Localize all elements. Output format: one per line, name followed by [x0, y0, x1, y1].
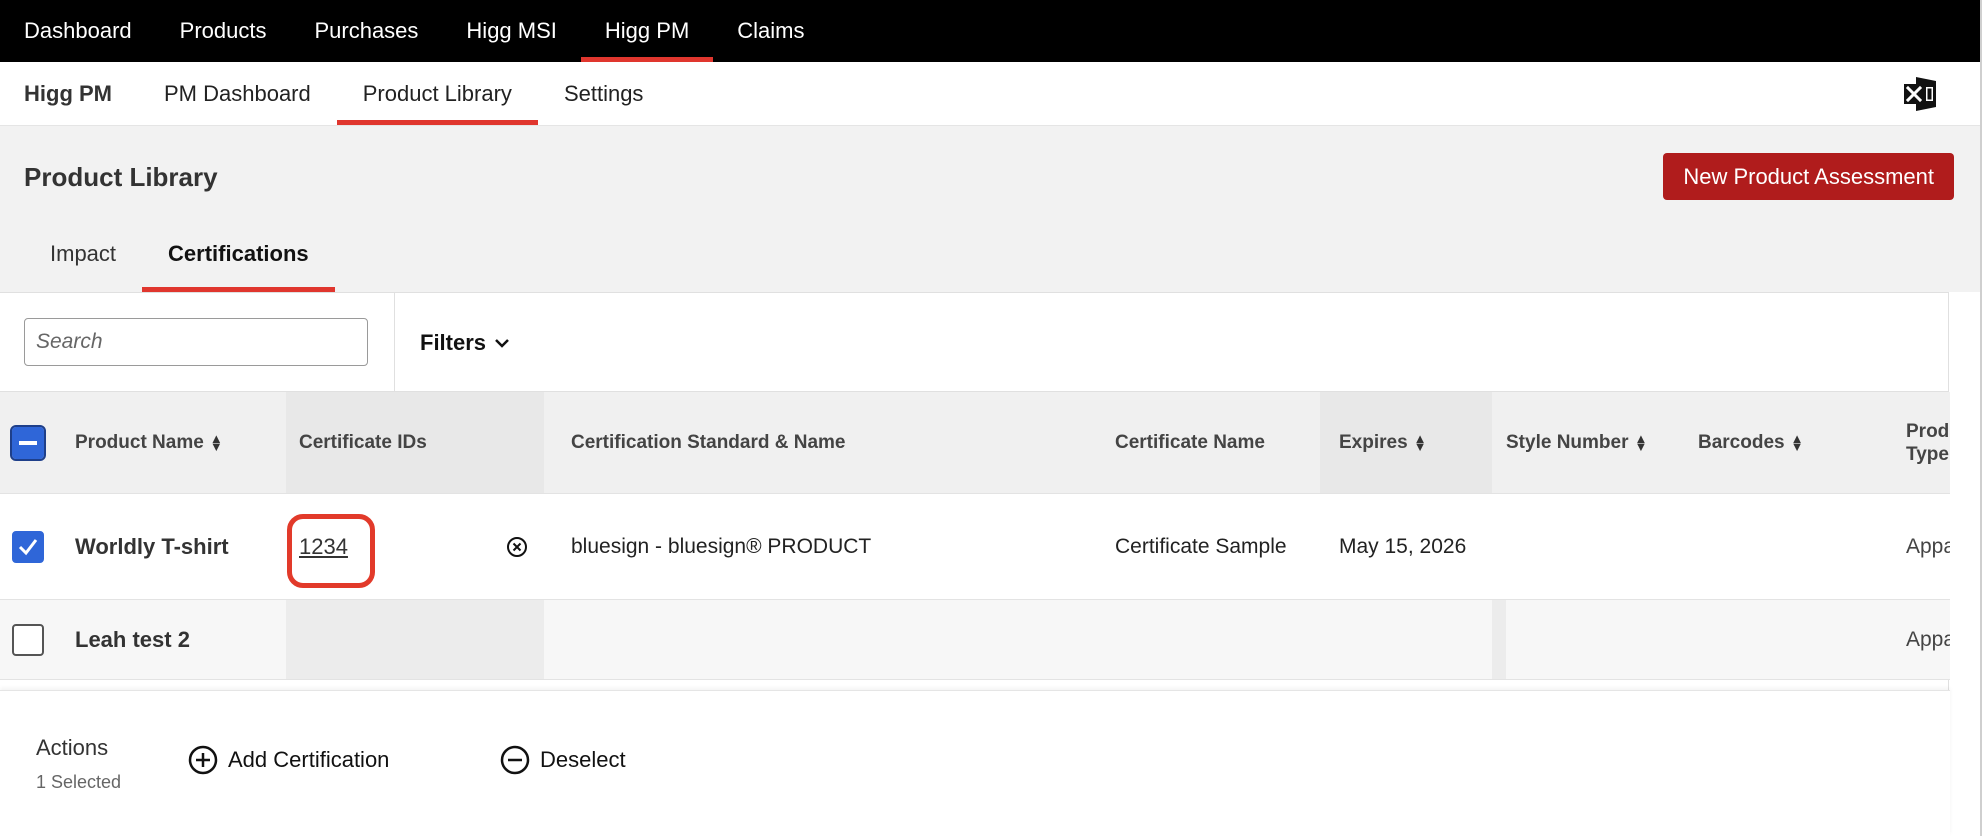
- search-input[interactable]: [24, 318, 368, 366]
- select-all-cell: [10, 392, 46, 493]
- column-header-label: Certification Standard & Name: [571, 431, 846, 453]
- column-shade: [1492, 600, 1506, 679]
- top-nav-dashboard[interactable]: Dashboard: [0, 0, 156, 62]
- actions-panel: Actions 1 Selected Add Certification Des…: [0, 690, 1950, 836]
- sub-nav-settings[interactable]: Settings: [538, 62, 670, 125]
- top-nav-label: Higg MSI: [466, 18, 557, 43]
- top-nav-claims[interactable]: Claims: [713, 0, 828, 62]
- product-type-cell: Apparel: [1906, 534, 1950, 558]
- excel-icon[interactable]: [1902, 75, 1938, 113]
- table-toolbar: Filters: [0, 292, 1950, 393]
- remove-certificate-icon[interactable]: [506, 494, 528, 599]
- chevron-down-icon: [495, 339, 509, 348]
- column-header-label: Expires: [1339, 431, 1408, 453]
- top-nav-label: Products: [179, 18, 267, 43]
- filters-label: Filters: [420, 330, 487, 355]
- add-certification-label: Add Certification: [228, 747, 390, 772]
- tab-label: Impact: [50, 241, 117, 266]
- product-name[interactable]: Leah test 2: [75, 600, 190, 679]
- column-header-label: Barcodes: [1698, 431, 1785, 453]
- deselect-button[interactable]: Deselect: [500, 745, 626, 775]
- column-header-certificate-name: Certificate Name: [1115, 392, 1265, 493]
- top-nav-higg-pm[interactable]: Higg PM: [580, 0, 714, 62]
- table-row: Leah test 2 Apparel: [0, 600, 1950, 680]
- deselect-label: Deselect: [540, 747, 626, 772]
- certificate-id-link[interactable]: 1234: [287, 513, 375, 588]
- top-nav-higg-msi[interactable]: Higg MSI: [442, 0, 580, 62]
- toolbar-divider: [394, 293, 395, 393]
- column-header-label: Product Type: [1906, 420, 1950, 465]
- sub-nav: Higg PM PM Dashboard Product Library Set…: [0, 62, 1980, 126]
- table-row: Worldly T-shirt 1234 bluesign - bluesign…: [0, 494, 1950, 600]
- column-header-product-type: Product Type: [1906, 392, 1950, 493]
- column-header-style-number[interactable]: Style Number ▲ ▼: [1506, 392, 1648, 493]
- certifications-table: Product Name ▲ ▼ Certificate IDs Certific…: [0, 392, 1950, 680]
- top-nav-label: Purchases: [314, 18, 419, 43]
- page-title: Product Library: [24, 162, 218, 192]
- standard-name-cell: bluesign - bluesign® PRODUCT: [571, 534, 872, 558]
- column-header-label: Certificate IDs: [299, 431, 427, 453]
- column-header-label: Product Name: [75, 431, 204, 453]
- top-nav-label: Claims: [737, 18, 805, 43]
- sub-nav-label: Product Library: [362, 80, 512, 106]
- sort-icon: ▲ ▼: [1413, 430, 1427, 454]
- row-select-cell: [12, 494, 44, 599]
- minus-circle-icon: [500, 745, 530, 775]
- add-certification-button[interactable]: Add Certification: [188, 745, 389, 775]
- sub-nav-label: Settings: [563, 80, 644, 106]
- sub-nav-brand[interactable]: Higg PM: [0, 62, 138, 125]
- column-header-product-name[interactable]: Product Name ▲ ▼: [75, 392, 223, 493]
- checkmark-icon: [18, 538, 38, 555]
- app-window: Dashboard Products Purchases Higg MSI Hi…: [0, 0, 1982, 836]
- new-product-assessment-button[interactable]: New Product Assessment: [1663, 153, 1954, 200]
- top-nav: Dashboard Products Purchases Higg MSI Hi…: [0, 0, 1980, 62]
- row-select-cell: [12, 600, 44, 679]
- sub-nav-brand-label: Higg PM: [24, 80, 112, 106]
- row-checkbox[interactable]: [12, 623, 44, 656]
- sort-icon: ▲ ▼: [1790, 430, 1804, 454]
- column-header-label: Style Number: [1506, 431, 1629, 453]
- tab-impact[interactable]: Impact: [24, 216, 142, 292]
- sub-nav-pm-dashboard[interactable]: PM Dashboard: [138, 62, 337, 125]
- table-header-row: Product Name ▲ ▼ Certificate IDs Certific…: [0, 392, 1950, 494]
- actions-title: Actions: [36, 735, 109, 760]
- column-header-label: Certificate Name: [1115, 431, 1265, 453]
- tab-label: Certifications: [168, 241, 309, 266]
- library-tabs: Impact Certifications: [24, 216, 335, 292]
- top-nav-label: Dashboard: [24, 18, 132, 43]
- product-name[interactable]: Worldly T-shirt: [75, 494, 229, 599]
- sort-icon: ▲ ▼: [209, 430, 223, 454]
- sub-nav-label: PM Dashboard: [164, 80, 311, 106]
- column-header-certificate-ids: Certificate IDs: [286, 392, 544, 493]
- selected-count: 1 Selected: [36, 772, 122, 792]
- plus-circle-icon: [188, 745, 218, 775]
- top-nav-products[interactable]: Products: [156, 0, 291, 62]
- product-type-cell: Apparel: [1906, 627, 1950, 651]
- vertical-scrollbar[interactable]: [1948, 292, 1980, 692]
- column-header-standard-name: Certification Standard & Name: [571, 392, 846, 493]
- certificate-name-cell: Certificate Sample: [1115, 534, 1287, 558]
- column-header-barcodes[interactable]: Barcodes ▲ ▼: [1698, 392, 1804, 493]
- expires-cell: May 15, 2026: [1339, 534, 1467, 558]
- row-checkbox[interactable]: [12, 530, 44, 563]
- top-nav-purchases[interactable]: Purchases: [290, 0, 442, 62]
- sort-icon: ▲ ▼: [1634, 430, 1648, 454]
- select-all-checkbox[interactable]: [10, 424, 46, 461]
- column-header-expires[interactable]: Expires ▲ ▼: [1320, 392, 1492, 493]
- minus-icon: [19, 440, 37, 445]
- tab-certifications[interactable]: Certifications: [142, 216, 335, 292]
- page-header: Product Library New Product Assessment I…: [0, 126, 1980, 292]
- sub-nav-product-library[interactable]: Product Library: [336, 62, 539, 125]
- certificate-ids-cell: [286, 600, 544, 679]
- filters-dropdown[interactable]: Filters: [420, 293, 510, 393]
- top-nav-label: Higg PM: [604, 18, 690, 43]
